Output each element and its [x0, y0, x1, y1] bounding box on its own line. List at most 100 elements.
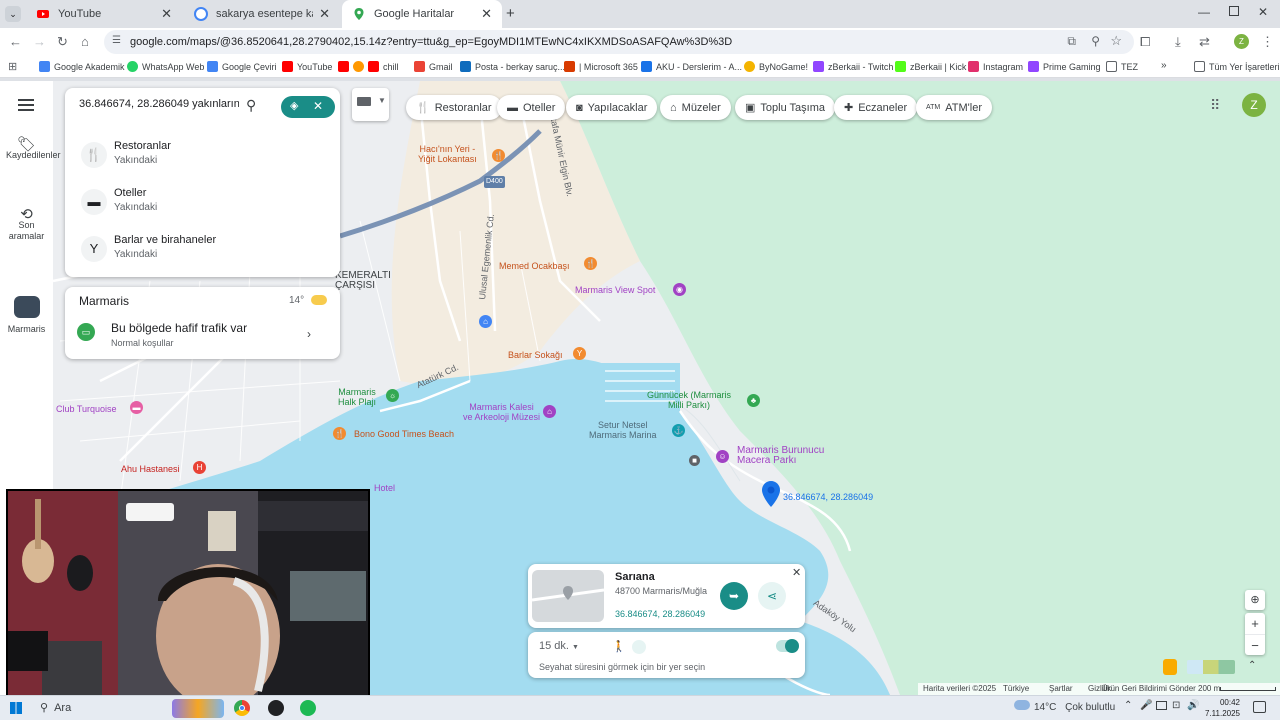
- apps-icon[interactable]: ⊞: [8, 60, 17, 73]
- chip-things-to-do[interactable]: ◙ Yapılacaklar: [566, 95, 658, 120]
- bookmark-item[interactable]: zBerkaii - Twitch: [813, 61, 893, 72]
- country-link[interactable]: Türkiye: [1003, 684, 1029, 693]
- info-pin-icon[interactable]: ⌂: [479, 315, 492, 328]
- location-pin-icon[interactable]: [762, 481, 780, 510]
- map-label[interactable]: Hacı'nın Yeri - Yiğit Lokantası: [418, 144, 477, 164]
- bookmark-star-icon[interactable]: ☆: [1110, 33, 1122, 49]
- close-window-button[interactable]: ✕: [1258, 5, 1268, 19]
- network-icon[interactable]: ⊡: [1172, 700, 1180, 711]
- map-label[interactable]: Hotel: [374, 483, 395, 493]
- forward-icon[interactable]: →: [33, 34, 46, 50]
- zoom-out-button[interactable]: −: [1245, 634, 1265, 655]
- layers-thumbnails[interactable]: [1187, 660, 1235, 674]
- restaurant-pin-icon[interactable]: 🍴: [584, 257, 597, 270]
- map-label[interactable]: Bono Good Times Beach: [354, 429, 454, 439]
- terms-link[interactable]: Şartlar: [1049, 684, 1073, 693]
- map-label[interactable]: Setur Netsel Marmaris Marina: [589, 420, 657, 440]
- close-tab-icon[interactable]: ✕: [481, 6, 492, 22]
- all-bookmarks-folder[interactable]: Tüm Yer İşaretleri: [1194, 61, 1280, 72]
- camera-pin-icon[interactable]: ◉: [673, 283, 686, 296]
- feedback-link[interactable]: Ürün Geri Bildirimi Gönder: [1102, 684, 1196, 693]
- walk-icon[interactable]: 🚶: [612, 640, 626, 653]
- recent-place-marmaris[interactable]: Marmaris: [0, 296, 53, 335]
- bookmark-item[interactable]: YouTube: [282, 61, 332, 72]
- hospital-pin-icon[interactable]: H: [193, 461, 206, 474]
- bar-pin-icon[interactable]: Y: [573, 347, 586, 360]
- restaurant-pin-icon[interactable]: 🍴: [333, 427, 346, 440]
- profile-avatar[interactable]: Z: [1234, 34, 1249, 49]
- close-tab-icon[interactable]: ✕: [161, 6, 172, 22]
- transit-icon[interactable]: [632, 640, 646, 654]
- menu-hamburger-icon[interactable]: [18, 99, 34, 111]
- app-taskbar-icon[interactable]: [268, 700, 284, 716]
- bookmark-item[interactable]: Gmail: [414, 61, 453, 72]
- map-label[interactable]: Günnücek (Marmaris Milli Parkı): [647, 390, 731, 410]
- chrome-taskbar-icon[interactable]: [234, 700, 250, 716]
- search-icon[interactable]: ⚲: [246, 97, 256, 114]
- weather-taskbar[interactable]: 14°C Çok bulutlu: [1014, 700, 1115, 713]
- map-label[interactable]: Barlar Sokağı: [508, 350, 563, 360]
- bookmark-item[interactable]: | Microsoft 365: [564, 61, 638, 72]
- volume-icon[interactable]: 🔊: [1187, 700, 1199, 711]
- suggestion-hotels[interactable]: ▬ Oteller Yakındaki: [65, 181, 340, 227]
- minimize-button[interactable]: —: [1198, 5, 1210, 19]
- account-avatar[interactable]: Z: [1242, 93, 1266, 117]
- zoom-icon[interactable]: ⚲: [1091, 34, 1100, 48]
- bookmark-item[interactable]: chill: [338, 61, 399, 72]
- saved-button[interactable]: 🏷 Kaydedilenler: [0, 137, 61, 161]
- address-bar[interactable]: ☰ google.com/maps/@36.8520641,28.2790402…: [104, 30, 1134, 54]
- bookmark-item[interactable]: AKU - Derslerim - A...: [641, 61, 742, 72]
- chip-museums[interactable]: ⌂ Müzeler: [660, 95, 731, 120]
- map-label[interactable]: Memed Ocakbaşı: [499, 261, 570, 271]
- new-tab-button[interactable]: +: [506, 5, 515, 22]
- park-activity-pin-icon[interactable]: ☺: [716, 450, 729, 463]
- my-location-button[interactable]: ⊕: [1245, 590, 1265, 610]
- chevron-right-icon[interactable]: ›: [307, 327, 311, 341]
- map-coord-label[interactable]: 36.846674, 28.286049: [783, 492, 873, 502]
- bookmark-item[interactable]: Google Akademik: [39, 61, 125, 72]
- transit-pin-icon[interactable]: ■: [689, 455, 700, 466]
- reload-icon[interactable]: ↻: [57, 34, 68, 50]
- taskbar-search[interactable]: ⚲ Ara: [34, 699, 164, 718]
- pegman-icon[interactable]: [1163, 659, 1177, 675]
- restore-button[interactable]: [1229, 6, 1239, 16]
- display-icon[interactable]: [1156, 701, 1167, 710]
- translate-icon[interactable]: ⇄: [1199, 34, 1210, 50]
- bookmark-item[interactable]: ByNoGame!: [744, 61, 808, 72]
- menu-icon[interactable]: ⋮: [1261, 34, 1274, 50]
- layer-toggle-button[interactable]: ▼: [352, 88, 389, 121]
- recent-searches-button[interactable]: ⟲ Son aramalar: [0, 207, 53, 242]
- hotel-pin-icon[interactable]: ▬: [130, 401, 143, 414]
- chip-atms[interactable]: ATM ATM'ler: [916, 95, 992, 120]
- beach-pin-icon[interactable]: ☼: [386, 389, 399, 402]
- museum-pin-icon[interactable]: ⌂: [543, 405, 556, 418]
- download-icon[interactable]: ⤓: [1175, 34, 1181, 50]
- bookmark-item[interactable]: Posta - berkay saruç...: [460, 61, 565, 72]
- map-label[interactable]: Marmaris View Spot: [575, 285, 655, 295]
- share-button[interactable]: ⋖: [758, 582, 786, 610]
- microphone-icon[interactable]: 🎤: [1140, 700, 1152, 711]
- suggestion-bars[interactable]: Y Barlar ve birahaneler Yakındaki: [65, 228, 340, 274]
- area-info-card[interactable]: Marmaris 14° ▭ Bu bölgede hafif trafik v…: [65, 287, 340, 359]
- map-label[interactable]: Marmaris Burunucu Macera Parkı: [737, 446, 824, 466]
- chip-transit[interactable]: ▣ Toplu Taşıma: [735, 95, 836, 120]
- map-label[interactable]: Marmaris Kalesi ve Arkeoloji Müzesi: [463, 402, 540, 422]
- suggestion-restaurants[interactable]: 🍴 Restoranlar Yakındaki: [65, 134, 340, 180]
- zoom-in-button[interactable]: +: [1245, 613, 1265, 634]
- back-icon[interactable]: ←: [9, 34, 22, 50]
- tray-chevron-icon[interactable]: ⌃: [1124, 700, 1132, 711]
- home-icon[interactable]: ⌂: [81, 34, 89, 50]
- bookmark-item[interactable]: Prime Gaming: [1028, 61, 1101, 72]
- tab-search-button[interactable]: ⌄: [5, 6, 21, 22]
- notification-icon[interactable]: [1253, 701, 1266, 713]
- close-tab-icon[interactable]: ✕: [319, 6, 330, 22]
- chip-hotels[interactable]: ▬ Oteller: [497, 95, 566, 120]
- chevron-right-icon[interactable]: »: [1161, 60, 1167, 71]
- duration-dropdown[interactable]: 15 dk. ▼: [539, 640, 579, 652]
- bookmark-item[interactable]: Google Çeviri: [207, 61, 277, 72]
- site-info-icon[interactable]: ☰: [112, 35, 121, 46]
- map-label[interactable]: Club Turquoise: [56, 404, 117, 414]
- marina-pin-icon[interactable]: ⚓: [672, 424, 685, 437]
- chip-pharmacies[interactable]: ✚ Eczaneler: [834, 95, 918, 120]
- tab-youtube[interactable]: YouTube ✕: [26, 0, 182, 28]
